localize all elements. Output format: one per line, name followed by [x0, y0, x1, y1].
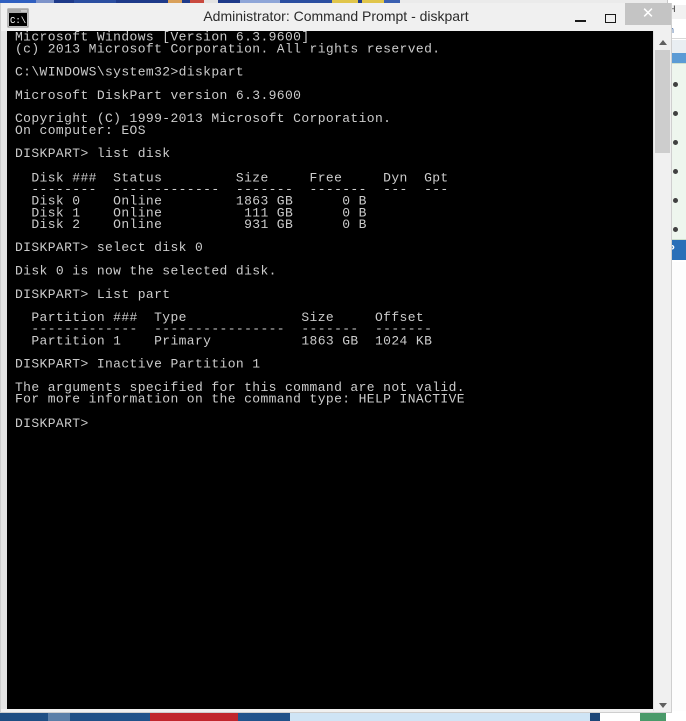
background-list-bullet — [673, 111, 678, 116]
background-list-bullet — [673, 169, 678, 174]
console-output-frame[interactable]: Microsoft Windows [Version 6.3.9600] (c)… — [1, 31, 654, 709]
console-output-text: Microsoft Windows [Version 6.3.9600] (c)… — [15, 31, 465, 431]
chevron-up-icon — [658, 40, 667, 45]
background-list-bullet — [673, 140, 678, 145]
window-titlebar[interactable]: C:\ Administrator: Command Prompt - disk… — [1, 3, 671, 31]
minimize-button[interactable] — [565, 3, 595, 25]
maximize-button[interactable] — [595, 3, 625, 25]
svg-text:C:\: C:\ — [10, 16, 26, 26]
console-scrollbar[interactable] — [653, 31, 671, 711]
command-prompt-window[interactable]: C:\ Administrator: Command Prompt - disk… — [0, 3, 672, 713]
console-client-area[interactable]: Microsoft Windows [Version 6.3.9600] (c)… — [1, 31, 671, 711]
close-icon: ✕ — [641, 5, 655, 22]
scrollbar-track[interactable] — [654, 48, 671, 694]
minimize-icon — [574, 19, 586, 22]
chevron-down-icon — [658, 703, 667, 708]
background-list-bullet — [673, 227, 678, 232]
close-button[interactable]: ✕ — [625, 3, 671, 25]
background-list-bullet — [673, 82, 678, 87]
console-icon: C:\ — [7, 8, 29, 28]
scroll-down-button[interactable] — [654, 694, 671, 711]
background-list-bullet — [673, 198, 678, 203]
maximize-icon — [604, 13, 616, 23]
scroll-up-button[interactable] — [654, 31, 671, 48]
scrollbar-thumb[interactable] — [655, 50, 670, 153]
